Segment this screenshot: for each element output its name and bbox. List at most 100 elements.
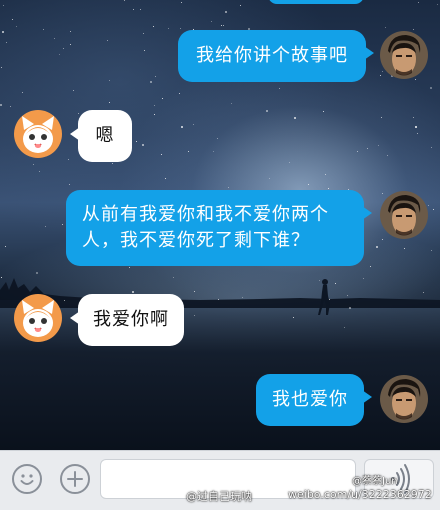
star <box>180 28 181 29</box>
star <box>293 317 294 318</box>
star <box>142 144 144 146</box>
star <box>211 21 212 22</box>
star <box>325 174 326 175</box>
star <box>70 44 71 45</box>
star <box>382 193 383 194</box>
star <box>382 71 383 72</box>
star <box>12 19 13 20</box>
star <box>161 154 162 155</box>
star <box>385 27 386 28</box>
star <box>328 188 329 189</box>
star <box>10 106 11 107</box>
message-text-line: 从前有我爱你和我不爱你两个 <box>82 204 329 225</box>
star <box>188 151 189 152</box>
star <box>5 246 6 247</box>
star <box>413 117 414 118</box>
star <box>162 98 163 99</box>
message-bubble[interactable]: 从前有我爱你和我不爱你两个 人，我不爱你死了剩下谁？ <box>66 190 364 266</box>
star <box>319 280 320 281</box>
cat-avatar[interactable] <box>14 110 62 158</box>
star <box>154 105 155 106</box>
star <box>155 76 156 77</box>
star <box>430 87 432 89</box>
star <box>68 159 69 160</box>
star <box>367 148 368 149</box>
star <box>428 205 429 206</box>
star <box>193 124 194 125</box>
star <box>213 151 214 152</box>
star <box>1 67 2 68</box>
cat-avatar[interactable] <box>14 294 62 342</box>
star <box>181 126 183 128</box>
man-avatar[interactable] <box>380 191 428 239</box>
star <box>242 297 243 298</box>
plus-icon <box>67 471 83 487</box>
star <box>22 92 23 93</box>
star <box>423 292 424 293</box>
star <box>144 50 145 51</box>
star <box>168 28 169 29</box>
plus-button[interactable] <box>60 464 90 494</box>
star <box>181 2 182 3</box>
star <box>109 102 110 103</box>
star <box>415 79 416 80</box>
star <box>140 9 141 10</box>
message-bubble[interactable]: 我给你讲个故事吧 <box>178 30 366 82</box>
message-text: 我爱你啊 <box>93 309 169 330</box>
background-treeline <box>0 278 440 308</box>
star <box>217 138 218 139</box>
star <box>194 291 195 292</box>
star <box>165 178 166 179</box>
message-bubble[interactable]: 我爱你啊 <box>78 294 184 346</box>
star <box>308 184 309 185</box>
star <box>231 103 232 104</box>
star <box>349 307 351 309</box>
star <box>2 31 4 33</box>
star <box>376 246 378 248</box>
star <box>69 184 70 185</box>
star <box>347 295 348 296</box>
message-bubble[interactable]: 我也爱你 <box>256 374 364 426</box>
star <box>150 81 152 83</box>
star <box>431 250 432 251</box>
star <box>143 33 144 34</box>
star <box>179 93 180 94</box>
bubble-tail <box>362 206 372 220</box>
star <box>16 26 17 27</box>
star <box>335 283 336 284</box>
message-text: 嗯 <box>95 125 115 146</box>
emoji-button[interactable] <box>12 464 42 494</box>
star <box>228 187 229 188</box>
star <box>33 164 34 165</box>
star <box>45 226 46 227</box>
star <box>357 151 358 152</box>
star <box>70 31 71 32</box>
star <box>413 29 414 30</box>
man-avatar[interactable] <box>380 31 428 79</box>
message-text-line: 人，我不爱你死了剩下谁？ <box>82 230 310 251</box>
star <box>225 11 227 13</box>
star <box>418 2 419 3</box>
message-bubble[interactable]: 嗯 <box>78 110 132 162</box>
star <box>64 300 65 301</box>
star <box>417 133 418 134</box>
star <box>63 48 64 49</box>
star <box>132 291 134 293</box>
star <box>39 171 40 172</box>
star <box>370 266 371 267</box>
star <box>381 117 382 118</box>
star <box>387 155 388 156</box>
star <box>240 5 241 6</box>
star <box>109 80 110 81</box>
bubble-tail <box>364 46 374 60</box>
star <box>382 239 383 240</box>
star <box>133 9 134 10</box>
star <box>223 25 224 26</box>
star <box>218 299 219 300</box>
star <box>266 110 268 112</box>
star <box>73 90 74 91</box>
man-avatar[interactable] <box>380 375 428 423</box>
watermark-handle: @蔡蔡Jun <box>352 476 398 487</box>
star <box>404 248 405 249</box>
watermark-url: weibo.com/u/3222362972 <box>288 488 432 501</box>
